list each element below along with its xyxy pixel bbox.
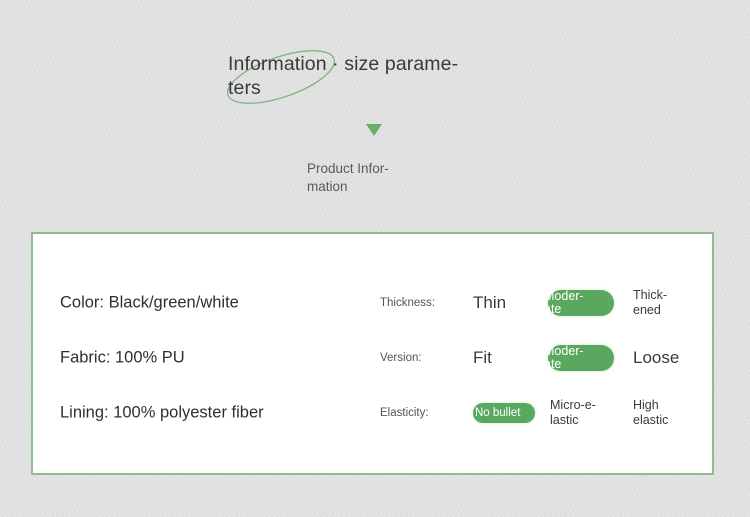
- option-fit[interactable]: Fit: [473, 348, 545, 368]
- spec-option-group: Thickness: Thin Moder- ate Thick- ened: [380, 280, 710, 326]
- title-wrap: Information · size parame- ters: [227, 50, 498, 104]
- option-loose[interactable]: Loose: [633, 348, 705, 368]
- spec-label: Version:: [380, 352, 422, 364]
- spec-option-group: Version: Fit Moder- ate Loose: [380, 335, 710, 381]
- spec-label: Elasticity:: [380, 407, 429, 419]
- option-moderate-selected[interactable]: Moder- ate: [544, 345, 614, 371]
- option-moderate-label: Moder- ate: [544, 289, 584, 316]
- option-micro-elastic[interactable]: Micro-e- lastic: [550, 398, 628, 428]
- information-card: Color: Black/green/white Thickness: Thin…: [31, 232, 714, 475]
- spec-row: Fabric: 100% PU Version: Fit Moder- ate …: [33, 335, 712, 381]
- spec-row: Lining: 100% polyester fiber Elasticity:…: [33, 390, 712, 436]
- section-subtitle: Product Infor- mation: [307, 161, 389, 194]
- spec-row: Color: Black/green/white Thickness: Thin…: [33, 280, 712, 326]
- option-thin[interactable]: Thin: [473, 293, 545, 313]
- spec-left-text: Fabric: 100% PU: [60, 348, 185, 367]
- header-block: Information · size parame- ters: [227, 50, 498, 104]
- spec-label: Thickness:: [380, 297, 435, 309]
- option-no-bullet-label: No bullet: [475, 407, 521, 419]
- spec-left-text: Color: Black/green/white: [60, 293, 239, 312]
- option-no-bullet-selected[interactable]: No bullet: [473, 403, 535, 423]
- spec-left-text: Lining: 100% polyester fiber: [60, 403, 264, 422]
- option-thickened[interactable]: Thick- ened: [633, 288, 705, 318]
- spec-option-group: Elasticity: No bullet Micro-e- lastic Hi…: [380, 390, 710, 436]
- triangle-down-icon: [366, 124, 382, 136]
- product-information-page: Information · size parame- ters Product …: [0, 0, 750, 517]
- option-moderate-selected[interactable]: Moder- ate: [544, 290, 614, 316]
- option-high-elastic[interactable]: High elastic: [633, 398, 705, 428]
- page-title: Information · size parame- ters: [228, 53, 459, 99]
- option-moderate-label: Moder- ate: [544, 344, 584, 371]
